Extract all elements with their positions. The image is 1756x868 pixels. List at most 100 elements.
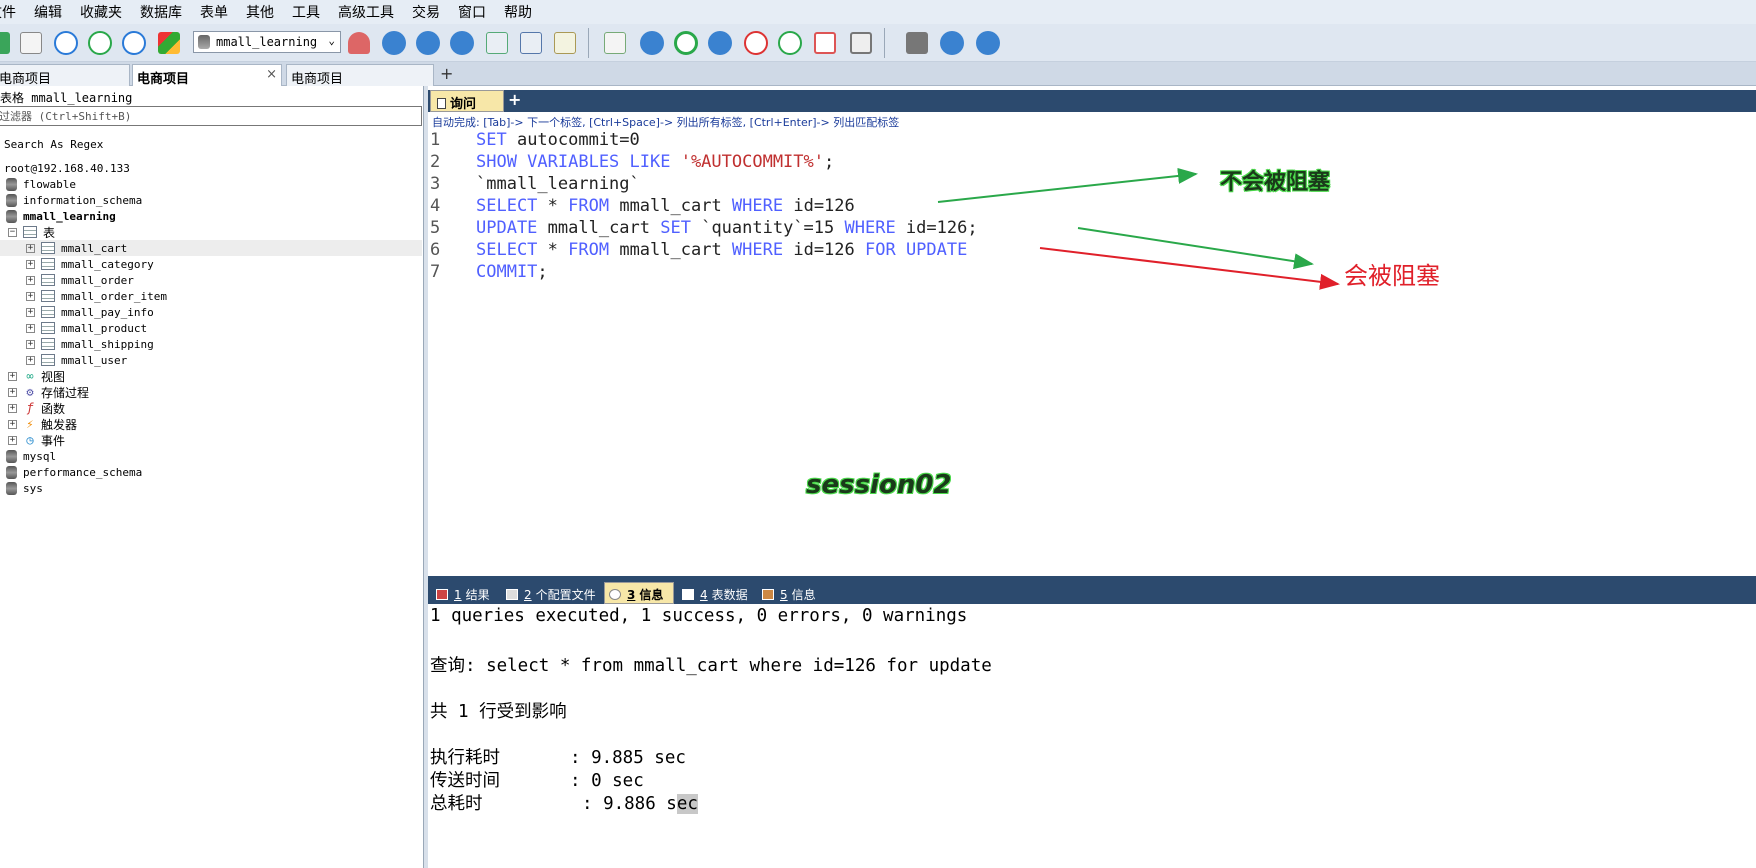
views-folder[interactable]: + ∞ 视图 xyxy=(0,368,422,384)
tables-folder[interactable]: − 表 xyxy=(8,224,430,240)
conn-tab-1[interactable]: 电商项目 xyxy=(0,64,130,87)
menu-file[interactable]: 文件 xyxy=(0,2,16,22)
menu-edit[interactable]: 编辑 xyxy=(34,2,62,22)
code-line[interactable]: 2 SHOW VARIABLES LIKE '%AUTOCOMMIT%'; xyxy=(428,152,834,174)
table-node[interactable]: + mmall_pay_info xyxy=(0,304,422,320)
sql-text: id=126 xyxy=(783,196,855,216)
tab-messages[interactable]: 3 信息 xyxy=(604,582,674,604)
expand-icon[interactable]: + xyxy=(8,387,17,397)
db-node[interactable]: flowable xyxy=(0,176,422,192)
expand-icon[interactable]: + xyxy=(26,275,35,285)
tab-results[interactable]: 1 结果 xyxy=(432,582,498,604)
expand-icon[interactable]: + xyxy=(26,307,35,317)
db-green-icon[interactable] xyxy=(940,31,964,55)
summary-line: 1 queries executed, 1 success, 0 errors,… xyxy=(430,606,968,626)
user-icon[interactable] xyxy=(348,32,370,54)
tab-table-data[interactable]: 4 表数据 xyxy=(678,582,754,604)
search-regex-option[interactable]: Search As Regex xyxy=(4,138,103,151)
table-icon xyxy=(41,290,55,302)
menu-favorites[interactable]: 收藏夹 xyxy=(80,2,122,22)
table-copy-icon[interactable] xyxy=(554,32,576,54)
db-export-icon[interactable] xyxy=(976,31,1000,55)
triggers-folder[interactable]: + ⚡ 触发器 xyxy=(0,416,422,432)
menu-help[interactable]: 帮助 xyxy=(504,2,532,22)
db-add-green-icon[interactable] xyxy=(708,31,732,55)
db-node[interactable]: sys xyxy=(0,480,422,496)
new-query-icon[interactable] xyxy=(20,32,42,54)
database-select[interactable]: mmall_learning ⌄ xyxy=(193,31,341,53)
code-line[interactable]: 4 SELECT * FROM mmall_cart WHERE id=126 xyxy=(428,196,855,218)
schedule-icon[interactable] xyxy=(778,31,802,55)
clock-icon[interactable] xyxy=(744,31,768,55)
code-line[interactable]: 3 `mmall_learning` xyxy=(428,174,640,196)
add-connection-icon[interactable]: + xyxy=(440,64,453,83)
menu-other[interactable]: 其他 xyxy=(246,2,274,22)
refresh-icon[interactable] xyxy=(0,32,10,54)
close-icon[interactable]: × xyxy=(266,67,277,82)
schema-icon[interactable] xyxy=(158,32,180,54)
sql-string: '%AUTOCOMMIT%' xyxy=(680,152,824,172)
table-node[interactable]: + mmall_category xyxy=(0,256,422,272)
expand-icon[interactable]: + xyxy=(26,291,35,301)
expand-icon[interactable]: + xyxy=(8,419,17,429)
code-line[interactable]: 6 SELECT * FROM mmall_cart WHERE id=126 F… xyxy=(428,240,967,262)
line-number: 3 xyxy=(430,174,441,194)
execute-icon[interactable] xyxy=(54,31,78,55)
code-line[interactable]: 5 UPDATE mmall_cart SET `quantity`=15 WHE… xyxy=(428,218,978,240)
tab-profile[interactable]: 2 个配置文件 xyxy=(502,582,602,604)
filter-input[interactable]: 过滤器 (Ctrl+Shift+B) xyxy=(0,106,422,126)
table-compare-icon[interactable] xyxy=(520,32,542,54)
db-stack-icon[interactable] xyxy=(450,31,474,55)
menu-trade[interactable]: 交易 xyxy=(412,2,440,22)
expand-icon[interactable]: + xyxy=(8,371,17,381)
conn-tab-3[interactable]: 电商项目 xyxy=(286,64,434,87)
execute-edit-icon[interactable] xyxy=(122,31,146,55)
db-node-current[interactable]: mmall_learning xyxy=(0,208,422,224)
schema-sync-icon[interactable] xyxy=(486,32,508,54)
code-line[interactable]: 1 SET autocommit=0 xyxy=(428,130,640,152)
expand-icon[interactable]: + xyxy=(26,355,35,365)
table-node[interactable]: + mmall_cart xyxy=(0,240,422,256)
conn-tab-2[interactable]: 电商项目 × xyxy=(132,64,282,87)
db-up-icon[interactable] xyxy=(416,31,440,55)
db-refresh-icon[interactable] xyxy=(640,31,664,55)
expand-icon[interactable]: + xyxy=(26,259,35,269)
menu-table[interactable]: 表单 xyxy=(200,2,228,22)
table-node[interactable]: + mmall_order_item xyxy=(0,288,422,304)
db-node[interactable]: mysql xyxy=(0,448,422,464)
db-add-icon[interactable] xyxy=(382,31,406,55)
sql-editor[interactable]: 1 SET autocommit=0 2 SHOW VARIABLES LIKE '%… xyxy=(428,130,1756,570)
add-query-tab-icon[interactable]: + xyxy=(508,90,521,109)
table-node[interactable]: + mmall_user xyxy=(0,352,422,368)
window-icon[interactable] xyxy=(814,32,836,54)
table-node[interactable]: + mmall_product xyxy=(0,320,422,336)
expand-icon[interactable]: + xyxy=(26,243,35,253)
menu-advanced-tools[interactable]: 高级工具 xyxy=(338,2,394,22)
expand-icon[interactable]: + xyxy=(26,323,35,333)
collapse-icon[interactable]: − xyxy=(8,227,17,237)
menu-window[interactable]: 窗口 xyxy=(458,2,486,22)
functions-folder[interactable]: + ƒ 函数 xyxy=(0,400,422,416)
procedures-folder[interactable]: + ⚙ 存储过程 xyxy=(0,384,422,400)
server-icon[interactable] xyxy=(906,32,928,54)
menu-database[interactable]: 数据库 xyxy=(140,2,182,22)
expand-icon[interactable]: + xyxy=(26,339,35,349)
annotation-blocked: 会被阻塞 xyxy=(1344,262,1440,290)
expand-icon[interactable]: + xyxy=(8,403,17,413)
table-node[interactable]: + mmall_shipping xyxy=(0,336,422,352)
db-node[interactable]: performance_schema xyxy=(0,464,422,480)
tab-info[interactable]: 5 信息 xyxy=(758,582,830,604)
events-folder[interactable]: + ◷ 事件 xyxy=(0,432,422,448)
sync-icon[interactable] xyxy=(674,31,698,55)
menu-tools[interactable]: 工具 xyxy=(292,2,320,22)
layout-icon[interactable] xyxy=(850,32,872,54)
db-node[interactable]: information_schema xyxy=(0,192,422,208)
table-node[interactable]: + mmall_order xyxy=(0,272,422,288)
server-node[interactable]: root@192.168.40.133 xyxy=(4,160,426,176)
query-tab[interactable]: 询问 xyxy=(430,90,504,112)
code-line[interactable]: 7 COMMIT; xyxy=(428,262,548,284)
sql-text: id=126; xyxy=(895,218,978,238)
check-icon[interactable] xyxy=(604,32,626,54)
execute-all-icon[interactable] xyxy=(88,31,112,55)
expand-icon[interactable]: + xyxy=(8,435,17,445)
